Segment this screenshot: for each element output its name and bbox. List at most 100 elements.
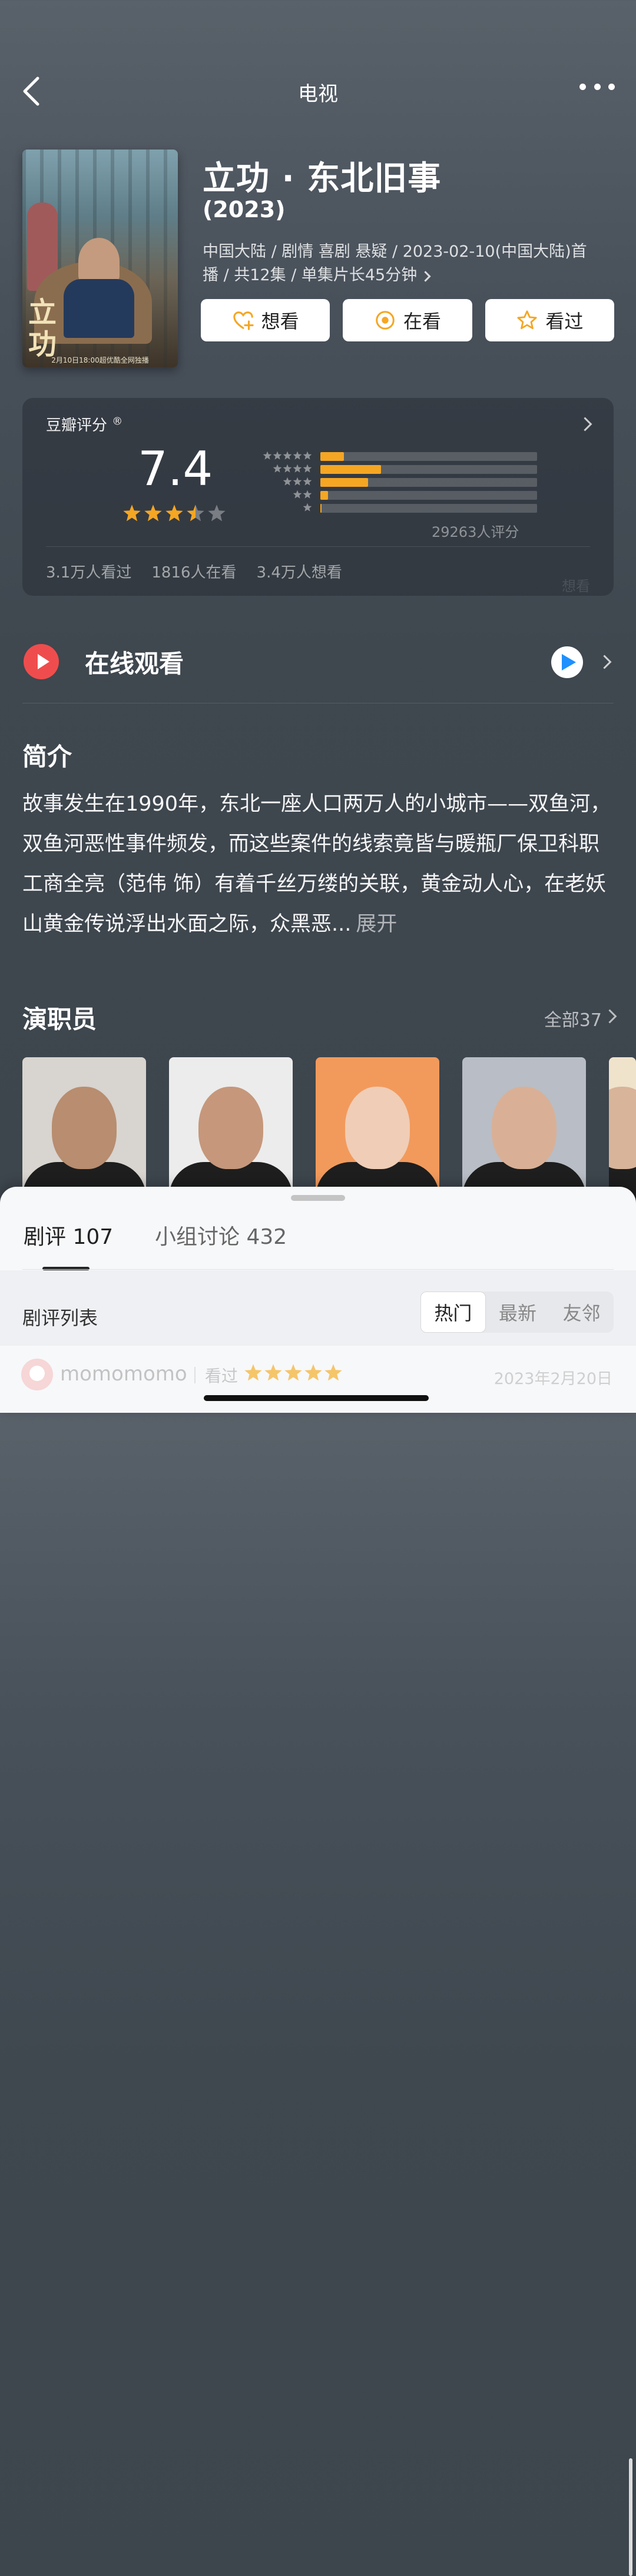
tab-reviews[interactable]: 剧评 107 [24, 1220, 113, 1250]
cast-photo[interactable] [609, 1057, 636, 1204]
cast-face [609, 1087, 636, 1169]
online-watch-row[interactable]: 在线观看 [0, 636, 636, 695]
cast-all-link[interactable]: 全部37 [544, 1005, 602, 1031]
star-icon [263, 451, 272, 460]
reviews-sheet[interactable]: 剧评 107 小组讨论 432 剧评列表 热门 最新 友邻 momomomo 看… [0, 1187, 636, 2576]
star-icon [304, 1364, 322, 1381]
wish-count[interactable]: 3.4万人想看 [257, 560, 342, 582]
mini-stars [303, 503, 312, 512]
synopsis-text: 故事发生在1990年，东北一座人口两万人的小城市——双鱼河，双鱼河恶性事件频发，… [22, 792, 611, 936]
review-filter: 热门 最新 友邻 [420, 1292, 614, 1333]
filter-hot[interactable]: 热门 [420, 1292, 486, 1333]
star-icon [208, 504, 226, 522]
divider [22, 1269, 614, 1270]
watched-button[interactable]: 看过 [485, 299, 614, 341]
cast-face [198, 1087, 263, 1169]
tab-groups[interactable]: 小组讨论 432 [155, 1220, 287, 1250]
star-icon [273, 464, 282, 473]
watermark: 想看 [562, 578, 590, 595]
cast-photo[interactable] [22, 1057, 146, 1204]
show-year: (2023) [203, 197, 286, 223]
distribution-fill [320, 504, 322, 513]
distribution-row-4 [234, 464, 541, 474]
filter-latest[interactable]: 最新 [486, 1292, 550, 1333]
divider [194, 1367, 196, 1383]
distribution-track [320, 478, 537, 487]
online-watch-title: 在线观看 [85, 649, 184, 678]
distribution-row-1 [234, 503, 541, 513]
cast-photo[interactable] [169, 1057, 293, 1204]
want-label: 想看 [261, 310, 299, 333]
star-icon [283, 451, 292, 460]
distribution-row-2 [234, 490, 541, 500]
chevron-right-icon [420, 271, 431, 282]
distribution-track [320, 504, 537, 513]
watched-count[interactable]: 3.1万人看过 [46, 560, 131, 582]
distribution-fill [320, 478, 368, 487]
top-bar: 电视 [0, 59, 636, 124]
star-icon [165, 504, 183, 522]
show-meta[interactable]: 中国大陆 / 剧情 喜剧 悬疑 / 2023-02-10(中国大陆)首 播 / … [203, 240, 615, 287]
rating-stars [122, 504, 226, 523]
show-title: 立功 · 东北旧事 [203, 160, 442, 198]
mini-stars [293, 490, 312, 499]
more-options-icon[interactable] [579, 84, 615, 95]
watching-label: 在看 [403, 310, 441, 333]
rating-score: 7.4 [138, 441, 213, 496]
distribution-fill [320, 452, 344, 461]
distribution-fill [320, 491, 328, 500]
star-icon [293, 451, 302, 460]
review-list-label: 剧评列表 [22, 1307, 98, 1329]
star-icon [283, 477, 292, 486]
want-button[interactable]: 想看 [201, 299, 330, 341]
star-icon [293, 490, 302, 499]
star-icon [284, 1364, 302, 1381]
review-list-header: 剧评列表 热门 最新 友邻 [0, 1270, 636, 1346]
mini-stars [273, 464, 312, 473]
cast-photo[interactable] [316, 1057, 439, 1204]
rating-card[interactable]: 豆瓣评分 ® 7.4 29263人评分 3.1万人看过 1816人在看 3.4万… [22, 398, 614, 596]
watching-button[interactable]: 在看 [343, 299, 472, 341]
watching-count[interactable]: 1816人在看 [151, 560, 236, 582]
cast-photo[interactable] [462, 1057, 586, 1204]
star-icon [303, 477, 312, 486]
cast-face [52, 1087, 117, 1169]
distribution-track [320, 465, 537, 474]
chevron-right-icon [602, 1009, 617, 1024]
page-title: 电视 [298, 82, 338, 106]
review-status: 看过 [205, 1366, 238, 1386]
home-indicator[interactable] [204, 1395, 429, 1401]
filter-friends[interactable]: 友邻 [549, 1292, 614, 1333]
avatar[interactable] [21, 1359, 53, 1390]
scrollbar[interactable] [629, 2458, 632, 2576]
rating-count: 29263人评分 [432, 524, 519, 540]
drag-handle[interactable] [291, 1195, 345, 1201]
star-icon [303, 490, 312, 499]
target-icon [376, 311, 395, 330]
mini-stars [283, 477, 312, 486]
rating-stats: 3.1万人看过 1816人在看 3.4万人想看 [46, 560, 342, 582]
review-stars [244, 1363, 343, 1382]
watched-label: 看过 [545, 310, 584, 333]
review-date: 2023年2月20日 [493, 1370, 612, 1388]
star-icon [303, 503, 312, 512]
cast-face [345, 1087, 410, 1169]
star-icon [273, 451, 282, 460]
cast-face [492, 1087, 556, 1169]
meta-line-1: 中国大陆 / 剧情 喜剧 悬疑 / 2023-02-10(中国大陆)首 [203, 243, 587, 261]
star-icon [264, 1364, 282, 1381]
chevron-right-icon [597, 655, 612, 669]
review-username[interactable]: momomomo [60, 1362, 187, 1386]
star-icon [293, 464, 302, 473]
star-icon [144, 504, 162, 522]
star-icon [187, 504, 204, 522]
distribution-fill [320, 465, 382, 474]
rating-label: 豆瓣评分 ® [46, 415, 123, 434]
mini-stars [263, 451, 312, 460]
poster-image[interactable]: 立功 2月10日18:00超优酷全网独播 [22, 150, 178, 367]
star-icon [123, 504, 141, 522]
synopsis-title: 简介 [22, 742, 72, 771]
expand-link[interactable]: 展开 [356, 912, 397, 936]
star-icon [517, 310, 537, 330]
star-icon [283, 464, 292, 473]
